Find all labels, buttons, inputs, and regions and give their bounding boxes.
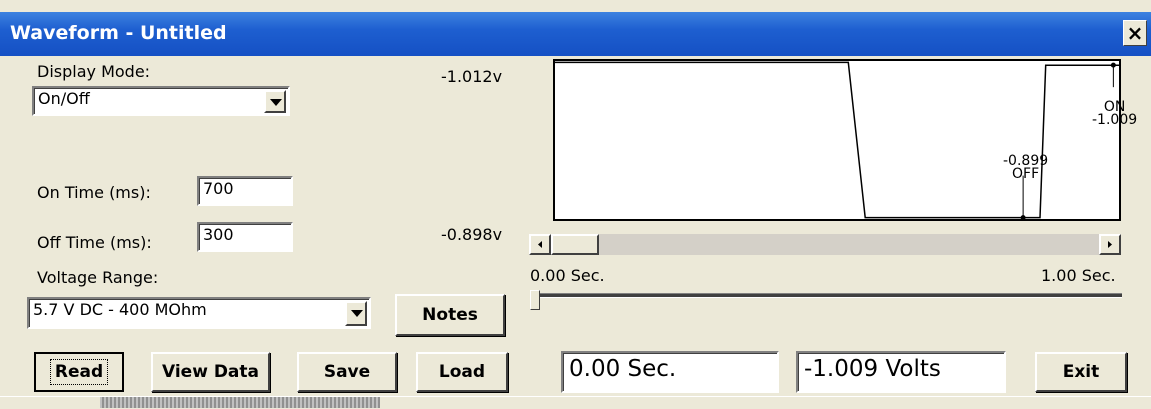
notes-button-label: Notes	[422, 305, 478, 325]
on-value-label: -1.009	[1092, 112, 1138, 128]
on-time-input[interactable]: 700	[197, 176, 293, 206]
status-progress-strip	[100, 397, 380, 408]
waveform-line	[555, 61, 1119, 219]
exit-button-label: Exit	[1062, 362, 1100, 382]
view-data-button-label: View Data	[161, 362, 260, 382]
scroll-left-button[interactable]	[529, 234, 551, 255]
time-scrollbar[interactable]	[529, 234, 1121, 255]
read-button-label: Read	[49, 359, 109, 385]
time-slider-track	[538, 293, 1122, 298]
off-state-label: OFF	[1012, 166, 1040, 182]
exit-button[interactable]: Exit	[1035, 352, 1127, 392]
voltage-range-value: 5.7 V DC - 400 MOhm	[33, 300, 207, 319]
x-axis-start-label: 0.00 Sec.	[530, 266, 605, 285]
read-button[interactable]: Read	[34, 352, 124, 392]
off-annotation: -0.899 OFF	[1003, 154, 1048, 182]
time-slider-thumb[interactable]	[530, 290, 540, 310]
voltage-range-select[interactable]: 5.7 V DC - 400 MOhm	[27, 297, 371, 329]
waveform-svg	[555, 61, 1119, 219]
display-mode-value: On/Off	[38, 89, 90, 108]
display-mode-label: Display Mode:	[37, 62, 151, 81]
voltage-readout: -1.009 Volts	[796, 351, 1006, 393]
on-annotation: ON -1.009	[1092, 100, 1138, 128]
load-button-label: Load	[438, 362, 486, 382]
waveform-plot: ON -1.009 -0.899 OFF	[553, 59, 1137, 221]
save-button[interactable]: Save	[297, 352, 397, 392]
close-button[interactable]: ×	[1123, 20, 1147, 46]
scroll-left-icon	[538, 241, 542, 248]
window-title: Waveform - Untitled	[10, 22, 227, 44]
view-data-button[interactable]: View Data	[151, 352, 270, 392]
scroll-right-button[interactable]	[1099, 234, 1121, 255]
title-bar: Waveform - Untitled ×	[0, 12, 1151, 56]
y-axis-bottom-label: -0.898v	[441, 225, 503, 244]
off-time-label: Off Time (ms):	[37, 233, 152, 252]
voltage-range-label: Voltage Range:	[37, 268, 159, 287]
y-axis-top-label: -1.012v	[441, 67, 503, 86]
scroll-right-icon	[1108, 241, 1112, 248]
notes-button[interactable]: Notes	[395, 294, 505, 336]
display-mode-select[interactable]: On/Off	[32, 86, 290, 116]
x-axis-end-label: 1.00 Sec.	[1041, 266, 1116, 285]
scroll-thumb[interactable]	[551, 234, 599, 255]
save-button-label: Save	[323, 362, 371, 382]
on-time-label: On Time (ms):	[37, 183, 151, 202]
time-readout: 0.00 Sec.	[561, 351, 779, 393]
load-button[interactable]: Load	[416, 352, 508, 392]
display-mode-dropdown-icon[interactable]	[264, 90, 286, 113]
voltage-range-dropdown-icon[interactable]	[345, 301, 367, 326]
off-time-input[interactable]: 300	[197, 222, 293, 252]
